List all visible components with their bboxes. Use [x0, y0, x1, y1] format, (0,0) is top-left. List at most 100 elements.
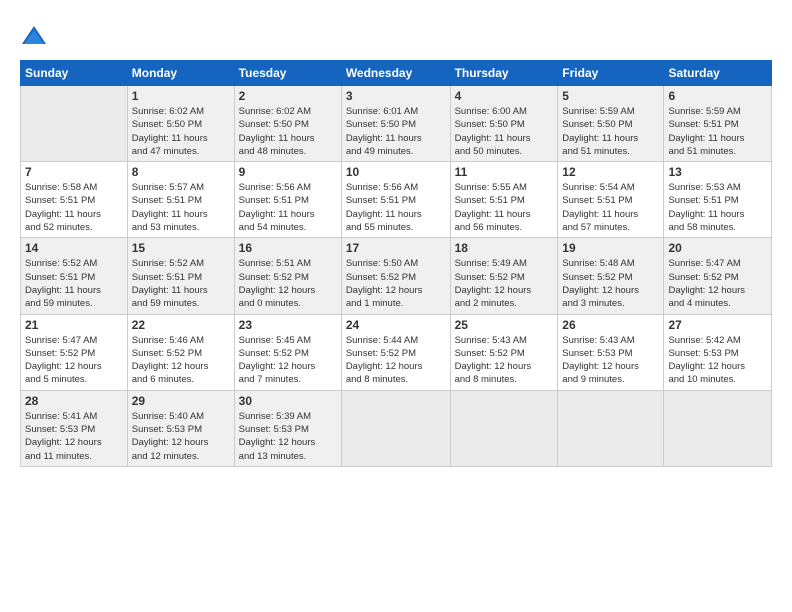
calendar-cell: 7 Sunrise: 5:58 AM Sunset: 5:51 PM Daylig…	[21, 162, 128, 238]
calendar-cell: 18Sunrise: 5:49 AM Sunset: 5:52 PM Dayli…	[450, 238, 558, 314]
day-info: Sunrise: 5:48 AM Sunset: 5:52 PM Dayligh…	[562, 257, 659, 310]
day-info: Sunrise: 5:45 AM Sunset: 5:52 PM Dayligh…	[239, 334, 337, 387]
day-info: Sunrise: 5:43 AM Sunset: 5:53 PM Dayligh…	[562, 334, 659, 387]
day-number: 13	[668, 165, 767, 179]
calendar-cell: 1 Sunrise: 6:02 AM Sunset: 5:50 PM Daylig…	[127, 86, 234, 162]
day-number: 12	[562, 165, 659, 179]
calendar-body: 1 Sunrise: 6:02 AM Sunset: 5:50 PM Daylig…	[21, 86, 772, 467]
day-number: 30	[239, 394, 337, 408]
calendar-cell: 9Sunrise: 5:56 AM Sunset: 5:51 PM Daylig…	[234, 162, 341, 238]
day-number: 6	[668, 89, 767, 103]
calendar-week-row: 1 Sunrise: 6:02 AM Sunset: 5:50 PM Daylig…	[21, 86, 772, 162]
calendar-cell: 27Sunrise: 5:42 AM Sunset: 5:53 PM Dayli…	[664, 314, 772, 390]
day-info: Sunrise: 5:59 AM Sunset: 5:51 PM Dayligh…	[668, 105, 767, 158]
calendar-cell: 6 Sunrise: 5:59 AM Sunset: 5:51 PM Daylig…	[664, 86, 772, 162]
day-info: Sunrise: 5:59 AM Sunset: 5:50 PM Dayligh…	[562, 105, 659, 158]
day-info: Sunrise: 5:47 AM Sunset: 5:52 PM Dayligh…	[668, 257, 767, 310]
weekday-header-saturday: Saturday	[664, 61, 772, 86]
weekday-header-monday: Monday	[127, 61, 234, 86]
day-info: Sunrise: 5:43 AM Sunset: 5:52 PM Dayligh…	[455, 334, 554, 387]
day-number: 24	[346, 318, 446, 332]
logo-icon	[20, 22, 48, 50]
weekday-header-wednesday: Wednesday	[341, 61, 450, 86]
calendar-cell	[21, 86, 128, 162]
day-number: 28	[25, 394, 123, 408]
day-number: 14	[25, 241, 123, 255]
day-info: Sunrise: 5:40 AM Sunset: 5:53 PM Dayligh…	[132, 410, 230, 463]
day-number: 8	[132, 165, 230, 179]
day-number: 5	[562, 89, 659, 103]
calendar-week-row: 21Sunrise: 5:47 AM Sunset: 5:52 PM Dayli…	[21, 314, 772, 390]
weekday-header-friday: Friday	[558, 61, 664, 86]
day-number: 19	[562, 241, 659, 255]
logo	[20, 22, 52, 50]
calendar-cell: 25Sunrise: 5:43 AM Sunset: 5:52 PM Dayli…	[450, 314, 558, 390]
day-info: Sunrise: 6:01 AM Sunset: 5:50 PM Dayligh…	[346, 105, 446, 158]
page: SundayMondayTuesdayWednesdayThursdayFrid…	[0, 0, 792, 612]
day-number: 20	[668, 241, 767, 255]
calendar-cell: 23 Sunrise: 5:45 AM Sunset: 5:52 PM Dayli…	[234, 314, 341, 390]
day-number: 16	[239, 241, 337, 255]
day-info: Sunrise: 6:02 AM Sunset: 5:50 PM Dayligh…	[132, 105, 230, 158]
day-info: Sunrise: 5:52 AM Sunset: 5:51 PM Dayligh…	[132, 257, 230, 310]
calendar-cell: 13 Sunrise: 5:53 AM Sunset: 5:51 PM Dayli…	[664, 162, 772, 238]
day-number: 4	[455, 89, 554, 103]
weekday-header-row: SundayMondayTuesdayWednesdayThursdayFrid…	[21, 61, 772, 86]
day-number: 22	[132, 318, 230, 332]
day-info: Sunrise: 5:46 AM Sunset: 5:52 PM Dayligh…	[132, 334, 230, 387]
day-info: Sunrise: 5:55 AM Sunset: 5:51 PM Dayligh…	[455, 181, 554, 234]
day-info: Sunrise: 5:54 AM Sunset: 5:51 PM Dayligh…	[562, 181, 659, 234]
day-info: Sunrise: 5:44 AM Sunset: 5:52 PM Dayligh…	[346, 334, 446, 387]
calendar-cell: 26 Sunrise: 5:43 AM Sunset: 5:53 PM Dayli…	[558, 314, 664, 390]
day-number: 1	[132, 89, 230, 103]
weekday-header-tuesday: Tuesday	[234, 61, 341, 86]
day-info: Sunrise: 5:56 AM Sunset: 5:51 PM Dayligh…	[239, 181, 337, 234]
calendar-cell: 21Sunrise: 5:47 AM Sunset: 5:52 PM Dayli…	[21, 314, 128, 390]
calendar-cell: 15 Sunrise: 5:52 AM Sunset: 5:51 PM Dayli…	[127, 238, 234, 314]
calendar-cell: 12 Sunrise: 5:54 AM Sunset: 5:51 PM Dayli…	[558, 162, 664, 238]
calendar-cell: 29 Sunrise: 5:40 AM Sunset: 5:53 PM Dayli…	[127, 390, 234, 466]
calendar-cell	[450, 390, 558, 466]
day-info: Sunrise: 5:49 AM Sunset: 5:52 PM Dayligh…	[455, 257, 554, 310]
day-number: 26	[562, 318, 659, 332]
calendar-table: SundayMondayTuesdayWednesdayThursdayFrid…	[20, 60, 772, 467]
day-info: Sunrise: 5:58 AM Sunset: 5:51 PM Dayligh…	[25, 181, 123, 234]
day-info: Sunrise: 5:39 AM Sunset: 5:53 PM Dayligh…	[239, 410, 337, 463]
calendar-cell: 19 Sunrise: 5:48 AM Sunset: 5:52 PM Dayli…	[558, 238, 664, 314]
day-info: Sunrise: 5:42 AM Sunset: 5:53 PM Dayligh…	[668, 334, 767, 387]
calendar-cell: 5 Sunrise: 5:59 AM Sunset: 5:50 PM Daylig…	[558, 86, 664, 162]
day-info: Sunrise: 6:00 AM Sunset: 5:50 PM Dayligh…	[455, 105, 554, 158]
calendar-cell: 11 Sunrise: 5:55 AM Sunset: 5:51 PM Dayli…	[450, 162, 558, 238]
day-number: 15	[132, 241, 230, 255]
day-number: 11	[455, 165, 554, 179]
calendar-week-row: 28 Sunrise: 5:41 AM Sunset: 5:53 PM Dayli…	[21, 390, 772, 466]
calendar-header: SundayMondayTuesdayWednesdayThursdayFrid…	[21, 61, 772, 86]
day-info: Sunrise: 5:53 AM Sunset: 5:51 PM Dayligh…	[668, 181, 767, 234]
weekday-header-sunday: Sunday	[21, 61, 128, 86]
calendar-week-row: 7 Sunrise: 5:58 AM Sunset: 5:51 PM Daylig…	[21, 162, 772, 238]
day-number: 7	[25, 165, 123, 179]
day-info: Sunrise: 5:41 AM Sunset: 5:53 PM Dayligh…	[25, 410, 123, 463]
calendar-cell: 16Sunrise: 5:51 AM Sunset: 5:52 PM Dayli…	[234, 238, 341, 314]
calendar-cell: 10Sunrise: 5:56 AM Sunset: 5:51 PM Dayli…	[341, 162, 450, 238]
day-number: 2	[239, 89, 337, 103]
calendar-cell	[558, 390, 664, 466]
calendar-cell: 28 Sunrise: 5:41 AM Sunset: 5:53 PM Dayli…	[21, 390, 128, 466]
header	[20, 18, 772, 50]
calendar-week-row: 14 Sunrise: 5:52 AM Sunset: 5:51 PM Dayli…	[21, 238, 772, 314]
day-number: 17	[346, 241, 446, 255]
calendar-cell: 24 Sunrise: 5:44 AM Sunset: 5:52 PM Dayli…	[341, 314, 450, 390]
calendar-cell: 8 Sunrise: 5:57 AM Sunset: 5:51 PM Daylig…	[127, 162, 234, 238]
weekday-header-thursday: Thursday	[450, 61, 558, 86]
calendar-cell: 3Sunrise: 6:01 AM Sunset: 5:50 PM Daylig…	[341, 86, 450, 162]
calendar-cell: 2Sunrise: 6:02 AM Sunset: 5:50 PM Daylig…	[234, 86, 341, 162]
calendar-cell: 20 Sunrise: 5:47 AM Sunset: 5:52 PM Dayli…	[664, 238, 772, 314]
calendar-cell: 22 Sunrise: 5:46 AM Sunset: 5:52 PM Dayli…	[127, 314, 234, 390]
day-number: 29	[132, 394, 230, 408]
day-info: Sunrise: 5:57 AM Sunset: 5:51 PM Dayligh…	[132, 181, 230, 234]
day-number: 23	[239, 318, 337, 332]
calendar-cell: 30 Sunrise: 5:39 AM Sunset: 5:53 PM Dayli…	[234, 390, 341, 466]
calendar-cell	[341, 390, 450, 466]
calendar-cell	[664, 390, 772, 466]
day-info: Sunrise: 5:47 AM Sunset: 5:52 PM Dayligh…	[25, 334, 123, 387]
